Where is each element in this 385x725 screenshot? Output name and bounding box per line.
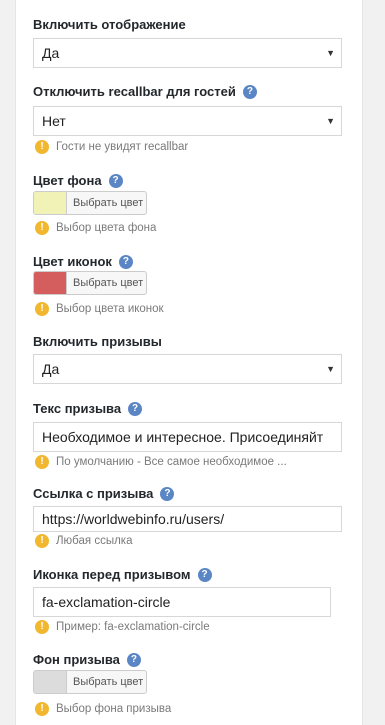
help-icon[interactable]: ? — [242, 84, 257, 99]
icon-color-button[interactable]: Выбрать цвет — [33, 271, 147, 295]
warning-icon: ! — [35, 455, 49, 469]
help-icon[interactable]: ? — [108, 173, 123, 188]
help-icon[interactable]: ? — [128, 401, 143, 416]
guests-select[interactable]: Нет ▼ — [33, 106, 342, 136]
color-swatch — [34, 671, 67, 693]
icon-color-label: Цвет иконок ? — [33, 254, 133, 269]
help-icon[interactable]: ? — [126, 652, 141, 667]
calls-select[interactable]: Да ▼ — [33, 354, 342, 384]
call-text-label: Текс призыва ? — [33, 401, 143, 416]
guests-label: Отключить recallbar для гостей ? — [33, 84, 257, 99]
bg-color-button[interactable]: Выбрать цвет — [33, 191, 147, 215]
chevron-down-icon: ▼ — [326, 364, 335, 374]
display-label: Включить отображение — [33, 17, 186, 32]
calls-label: Включить призывы — [33, 334, 162, 349]
bg-color-label: Цвет фона ? — [33, 173, 123, 188]
help-icon[interactable]: ? — [197, 567, 212, 582]
chevron-down-icon: ▼ — [326, 48, 335, 58]
help-icon[interactable]: ? — [118, 254, 133, 269]
call-icon-input[interactable]: fa-exclamation-circle — [33, 587, 331, 617]
warning-icon: ! — [35, 140, 49, 154]
call-link-label: Ссылка с призыва ? — [33, 486, 175, 501]
call-icon-note: ! Пример: fa-exclamation-circle — [35, 620, 210, 634]
warning-icon: ! — [35, 702, 49, 716]
call-link-input[interactable]: https://worldwebinfo.ru/users/ — [33, 506, 342, 532]
call-bg-button[interactable]: Выбрать цвет — [33, 670, 147, 694]
call-bg-label: Фон призыва ? — [33, 652, 141, 667]
guests-note: ! Гости не увидят recallbar — [35, 140, 188, 154]
call-link-note: ! Любая ссылка — [35, 534, 132, 548]
call-text-note: ! По умолчанию - Все самое необходимое .… — [35, 455, 287, 469]
call-text-input[interactable]: Необходимое и интересное. Присоединяйт — [33, 422, 342, 452]
help-icon[interactable]: ? — [160, 486, 175, 501]
warning-icon: ! — [35, 221, 49, 235]
display-select[interactable]: Да ▼ — [33, 38, 342, 68]
call-bg-note: ! Выбор фона призыва — [35, 702, 171, 716]
warning-icon: ! — [35, 620, 49, 634]
bg-color-note: ! Выбор цвета фона — [35, 221, 156, 235]
icon-color-note: ! Выбор цвета иконок — [35, 302, 164, 316]
color-swatch — [34, 272, 67, 294]
chevron-down-icon: ▼ — [326, 116, 335, 126]
call-icon-label: Иконка перед призывом ? — [33, 567, 212, 582]
color-swatch — [34, 192, 67, 214]
warning-icon: ! — [35, 534, 49, 548]
warning-icon: ! — [35, 302, 49, 316]
